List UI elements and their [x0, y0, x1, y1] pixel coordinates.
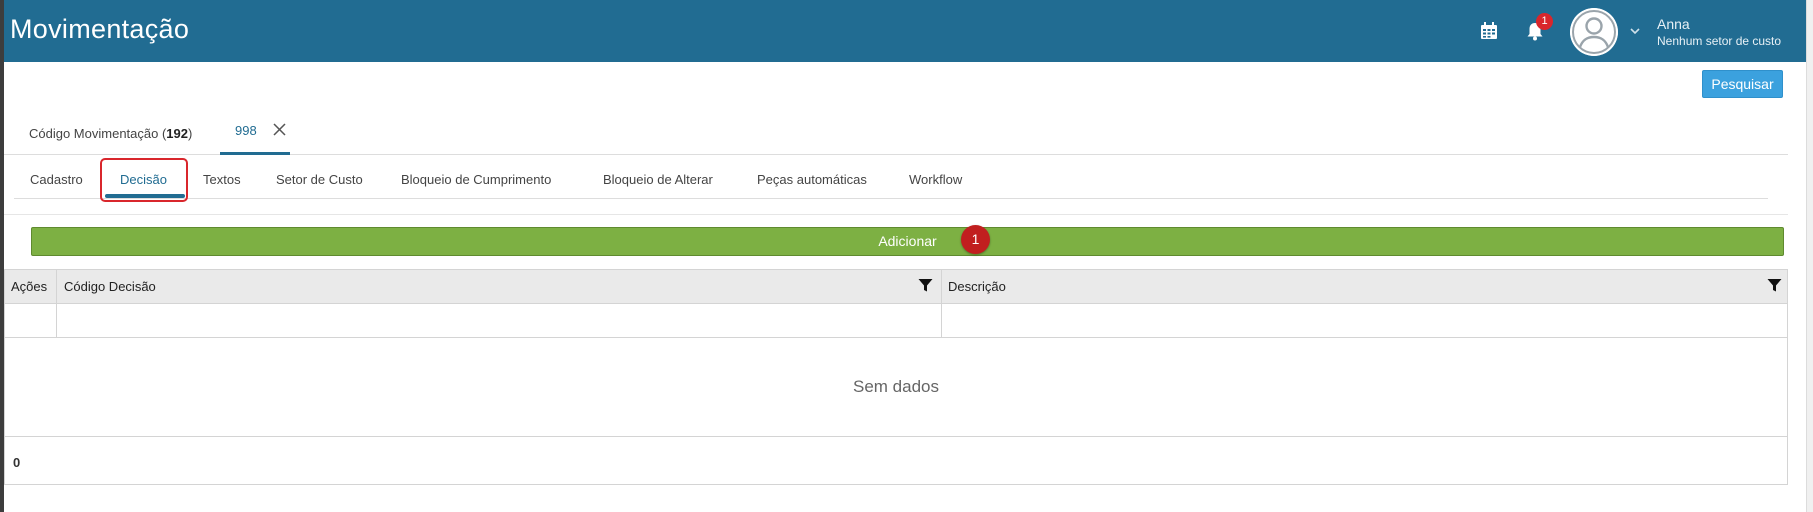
active-subtab-indicator	[105, 194, 185, 198]
divider	[4, 214, 1788, 215]
data-grid: Ações Código Decisão Descrição Sem dados…	[4, 269, 1788, 485]
search-button[interactable]: Pesquisar	[1702, 70, 1783, 98]
avatar[interactable]	[1570, 8, 1618, 56]
tab-bloqueio-de-cumprimento[interactable]: Bloqueio de Cumprimento	[401, 172, 551, 187]
filter-icon[interactable]	[1767, 278, 1782, 293]
notification-badge: 1	[1536, 13, 1553, 30]
add-button[interactable]: Adicionar	[31, 227, 1784, 256]
close-icon[interactable]	[272, 122, 287, 137]
step-badge: 1	[961, 225, 990, 254]
column-header-codigo-decisao[interactable]: Código Decisão	[64, 279, 156, 294]
grid-header: Ações Código Decisão Descrição	[5, 270, 1787, 304]
record-tab-code: 192	[166, 126, 188, 141]
grid-footer: 0	[5, 436, 1787, 485]
column-header-descricao[interactable]: Descrição	[948, 279, 1006, 294]
sub-tabs: Cadastro Decisão Textos Setor de Custo B…	[14, 162, 1768, 199]
tab-pecas-automaticas[interactable]: Peças automáticas	[757, 172, 867, 187]
tab-bloqueio-de-alterar[interactable]: Bloqueio de Alterar	[603, 172, 713, 187]
record-tab-prefix: Código Movimentação (	[29, 126, 167, 141]
record-tab-suffix: )	[188, 126, 193, 141]
tab-setor-de-custo[interactable]: Setor de Custo	[276, 172, 363, 187]
empty-state-text: Sem dados	[853, 377, 939, 396]
user-name: Anna	[1657, 16, 1690, 32]
tab-cadastro[interactable]: Cadastro	[30, 172, 83, 187]
page-title: Movimentação	[10, 14, 190, 44]
user-avatar-icon	[1570, 8, 1618, 56]
active-tab-indicator	[220, 152, 290, 155]
user-sector: Nenhum setor de custo	[1657, 34, 1782, 48]
app-header: Movimentação 1 Anna Nenhum setor de cust…	[4, 0, 1806, 62]
record-tabs: Código Movimentação (192) 998	[4, 110, 1788, 155]
chevron-down-icon[interactable]	[1628, 24, 1642, 38]
filter-row[interactable]	[5, 303, 1787, 338]
record-tab-codigo[interactable]: Código Movimentação (192)	[29, 126, 192, 141]
record-tab-label: 998	[235, 123, 257, 138]
scrollbar[interactable]	[1806, 0, 1813, 512]
record-tab-998[interactable]: 998	[220, 110, 290, 155]
calendar-icon[interactable]	[1478, 20, 1500, 42]
total-count: 0	[13, 455, 21, 470]
tab-workflow[interactable]: Workflow	[909, 172, 962, 187]
tab-textos[interactable]: Textos	[203, 172, 241, 187]
filter-icon[interactable]	[918, 278, 933, 293]
column-header-acoes[interactable]: Ações	[11, 279, 47, 294]
